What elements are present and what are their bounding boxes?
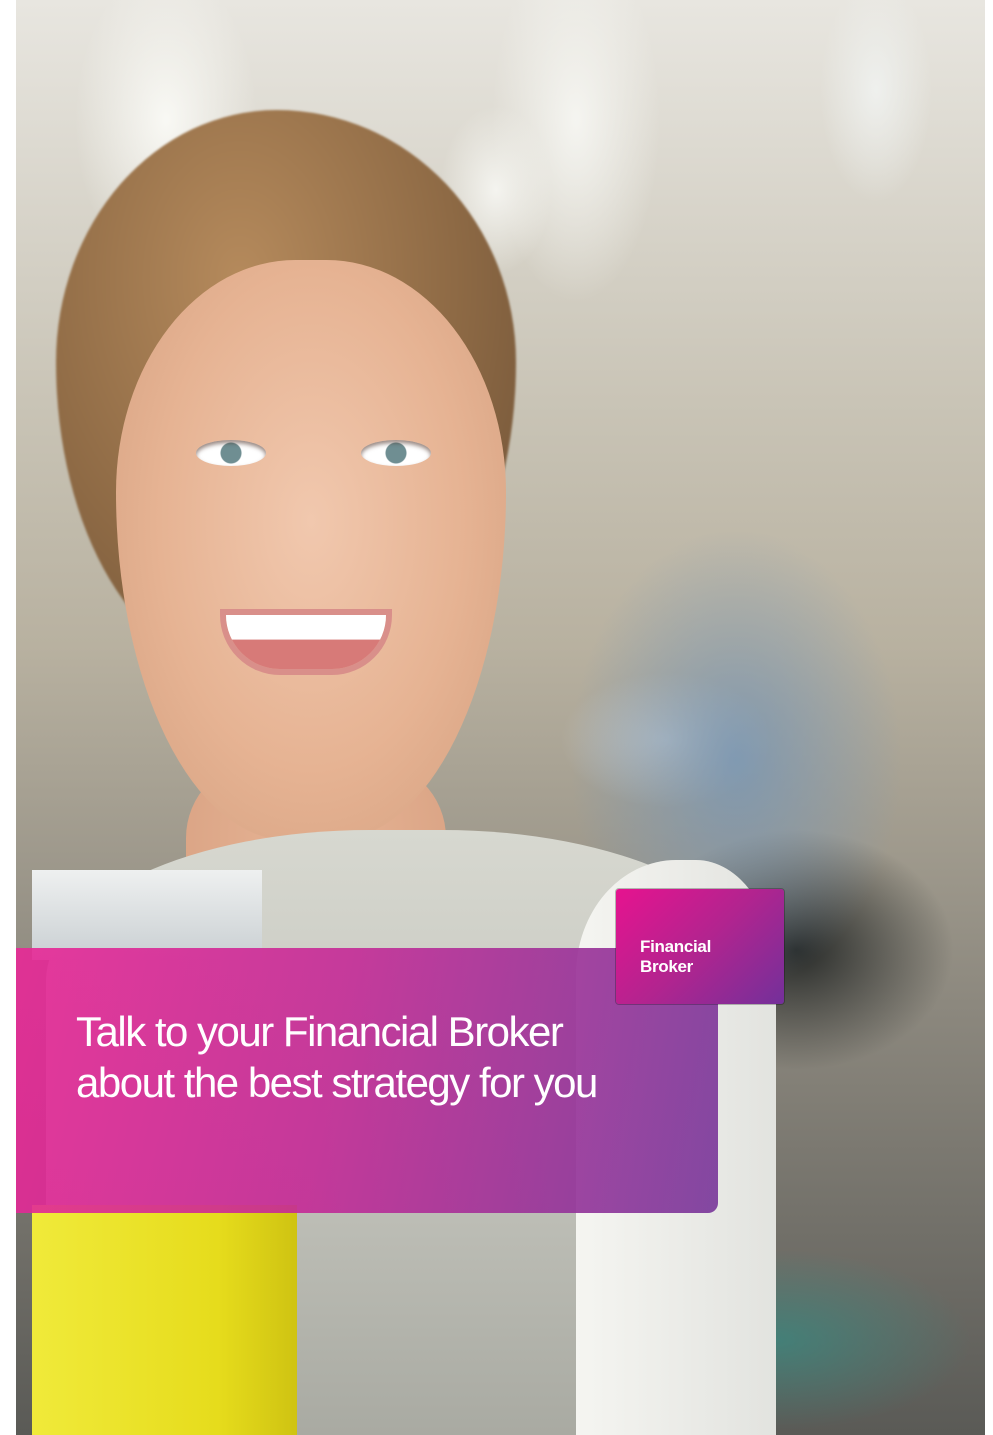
- financial-broker-badge: Financial Broker: [616, 889, 784, 1004]
- headline: Talk to your Financial Broker about the …: [76, 1006, 696, 1108]
- badge-label: Financial Broker: [640, 937, 770, 977]
- yellow-binder: [32, 1205, 297, 1435]
- woman-face: [116, 260, 506, 840]
- cover-photo: [16, 0, 985, 1435]
- left-eye: [196, 440, 266, 466]
- headline-panel: Talk to your Financial Broker about the …: [16, 948, 718, 1213]
- badge-line-1: Financial: [640, 937, 711, 956]
- right-eye: [361, 440, 431, 466]
- white-binder: [32, 870, 262, 960]
- badge-line-2: Broker: [640, 957, 694, 976]
- headline-line-1: Talk to your Financial Broker: [76, 1008, 564, 1055]
- brochure-page: Talk to your Financial Broker about the …: [0, 0, 993, 1435]
- headline-line-2: about the best strategy for you: [76, 1059, 598, 1106]
